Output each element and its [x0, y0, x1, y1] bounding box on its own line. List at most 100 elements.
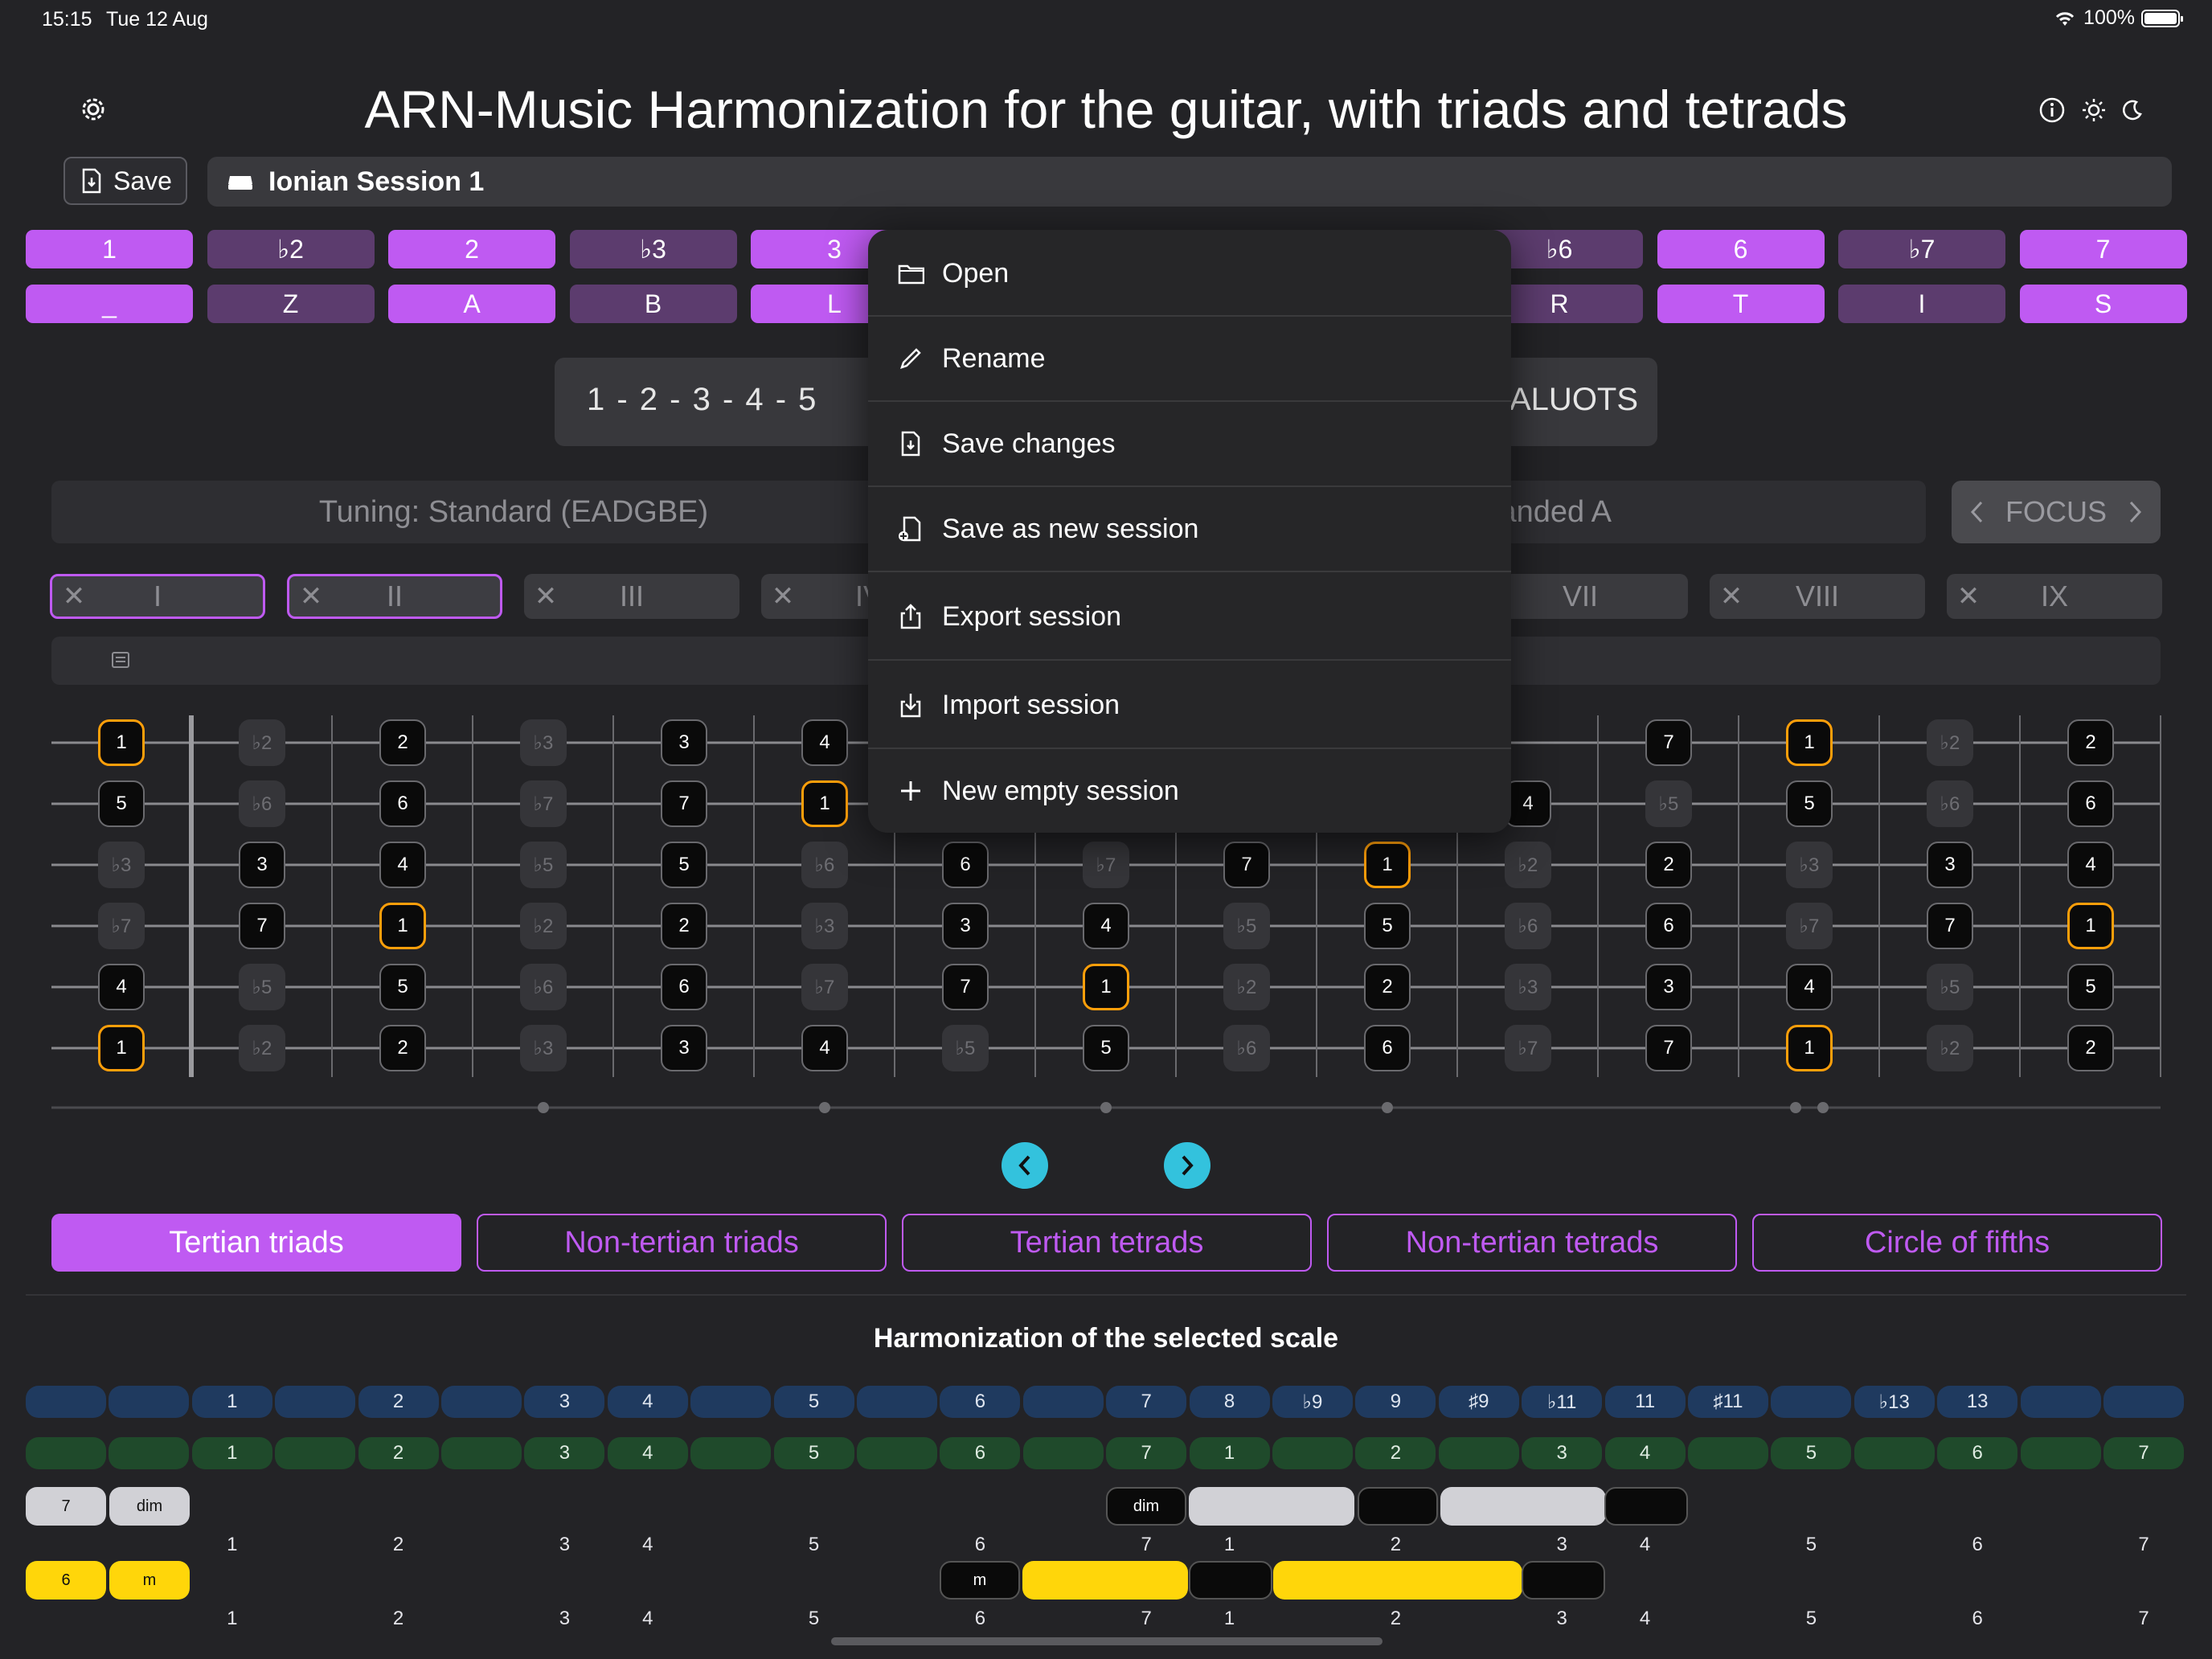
root-note[interactable]: 1	[98, 719, 145, 766]
menu-item-save-as-new-session[interactable]: Save as new session	[868, 487, 1511, 571]
focus-control[interactable]: FOCUS	[1952, 481, 2161, 543]
chord-block[interactable]	[1604, 1487, 1688, 1526]
chord-degree-badge[interactable]: 7	[26, 1487, 106, 1526]
chromatic-note[interactable]: ♭6	[520, 964, 567, 1010]
degree-chip-top[interactable]: 1	[26, 230, 193, 268]
chromatic-note[interactable]: ♭7	[1083, 842, 1129, 888]
degree-chip-bottom[interactable]: B	[569, 285, 737, 323]
chord-block[interactable]	[1522, 1561, 1605, 1600]
scale-note[interactable]: 4	[98, 964, 145, 1010]
scale-note[interactable]: 7	[1927, 903, 1973, 949]
chromatic-note[interactable]: ♭6	[1927, 780, 1973, 827]
degree-chip-top[interactable]: ♭3	[569, 230, 737, 268]
menu-item-new-empty-session[interactable]: New empty session	[868, 749, 1511, 833]
chord-tag[interactable]: dim	[1106, 1487, 1186, 1526]
chromatic-note[interactable]: ♭3	[520, 1025, 567, 1071]
scale-note[interactable]: 6	[2067, 780, 2114, 827]
chromatic-note[interactable]: ♭2	[1927, 1025, 1973, 1071]
degree-chip-top[interactable]: ♭7	[1838, 230, 2005, 268]
scale-note[interactable]: 7	[661, 780, 707, 827]
scale-note[interactable]: 2	[379, 719, 426, 766]
scale-note[interactable]: 5	[661, 842, 707, 888]
notes-icon[interactable]	[111, 651, 130, 669]
home-indicator[interactable]	[831, 1637, 1382, 1645]
chord-quality-badge[interactable]: m	[109, 1561, 190, 1600]
tab-circle-of-fifths[interactable]: Circle of fifths	[1752, 1214, 2162, 1272]
chord-tag[interactable]: m	[940, 1561, 1020, 1600]
scale-note[interactable]: 7	[239, 903, 285, 949]
scale-note[interactable]: 7	[1645, 1025, 1692, 1071]
menu-item-open[interactable]: Open	[868, 231, 1511, 315]
chord-block[interactable]	[1189, 1561, 1272, 1600]
sun-icon[interactable]	[2082, 98, 2106, 122]
scale-note[interactable]: 5	[98, 780, 145, 827]
chromatic-note[interactable]: ♭2	[239, 719, 285, 766]
info-icon[interactable]	[2038, 96, 2066, 124]
chromatic-note[interactable]: ♭3	[1786, 842, 1833, 888]
scale-note[interactable]: 3	[661, 719, 707, 766]
scale-note[interactable]: 7	[1223, 842, 1270, 888]
position-I[interactable]: ✕ I	[50, 574, 265, 619]
scale-note[interactable]: 5	[1364, 903, 1411, 949]
degree-chip-bottom[interactable]: _	[26, 285, 193, 323]
scale-note[interactable]: 4	[801, 719, 848, 766]
tab-non-tertian-triads[interactable]: Non-tertian triads	[477, 1214, 887, 1272]
scale-note[interactable]: 3	[942, 903, 989, 949]
chromatic-note[interactable]: ♭5	[942, 1025, 989, 1071]
scale-note[interactable]: 4	[1786, 964, 1833, 1010]
chord-block[interactable]	[1440, 1487, 1606, 1526]
degree-chip-top[interactable]: 7	[2019, 230, 2187, 268]
chromatic-note[interactable]: ♭2	[1927, 719, 1973, 766]
scale-note[interactable]: 6	[379, 780, 426, 827]
chord-quality-badge[interactable]: dim	[109, 1487, 190, 1526]
session-selector[interactable]: Ionian Session 1	[207, 157, 2172, 207]
menu-item-import-session[interactable]: Import session	[868, 662, 1511, 748]
scale-note[interactable]: 7	[942, 964, 989, 1010]
position-II[interactable]: ✕ II	[287, 574, 502, 619]
chromatic-note[interactable]: ♭5	[1223, 903, 1270, 949]
degree-chip-bottom[interactable]: I	[1838, 285, 2005, 323]
degree-chip-top[interactable]: 2	[388, 230, 555, 268]
scale-note[interactable]: 4	[379, 842, 426, 888]
chord-block[interactable]	[1022, 1561, 1188, 1600]
chord-block[interactable]	[1273, 1561, 1522, 1600]
scale-note[interactable]: 5	[1083, 1025, 1129, 1071]
scale-note[interactable]: 5	[1786, 780, 1833, 827]
scale-note[interactable]: 3	[661, 1025, 707, 1071]
degree-chip-top[interactable]: ♭2	[207, 230, 375, 268]
scale-note[interactable]: 2	[2067, 1025, 2114, 1071]
position-III[interactable]: ✕ III	[524, 574, 739, 619]
scale-note[interactable]: 4	[2067, 842, 2114, 888]
next-position-button[interactable]	[1164, 1142, 1210, 1189]
scale-note[interactable]: 6	[1364, 1025, 1411, 1071]
degree-chip-bottom[interactable]: S	[2019, 285, 2187, 323]
close-icon[interactable]: ✕	[52, 580, 96, 612]
close-icon[interactable]: ✕	[1947, 580, 1990, 612]
root-note[interactable]: 1	[1786, 1025, 1833, 1071]
tab-tertian-tetrads[interactable]: Tertian tetrads	[902, 1214, 1312, 1272]
chromatic-note[interactable]: ♭2	[1505, 842, 1551, 888]
tab-non-tertian-tetrads[interactable]: Non-tertian tetrads	[1327, 1214, 1737, 1272]
scale-note[interactable]: 2	[1645, 842, 1692, 888]
degree-chip-bottom[interactable]: A	[388, 285, 555, 323]
degree-chip-bottom[interactable]: T	[1657, 285, 1825, 323]
scale-note[interactable]: 2	[379, 1025, 426, 1071]
chromatic-note[interactable]: ♭7	[801, 964, 848, 1010]
position-IX[interactable]: ✕ IX	[1947, 574, 2162, 619]
chromatic-note[interactable]: ♭2	[520, 903, 567, 949]
scale-note[interactable]: 7	[1645, 719, 1692, 766]
chromatic-note[interactable]: ♭5	[1645, 780, 1692, 827]
scale-note[interactable]: 2	[1364, 964, 1411, 1010]
scale-note[interactable]: 5	[2067, 964, 2114, 1010]
chromatic-note[interactable]: ♭6	[1223, 1025, 1270, 1071]
root-note[interactable]: 1	[1786, 719, 1833, 766]
position-VIII[interactable]: ✕ VIII	[1710, 574, 1925, 619]
chord-block[interactable]	[1358, 1487, 1438, 1526]
scale-note[interactable]: 6	[942, 842, 989, 888]
chromatic-note[interactable]: ♭7	[520, 780, 567, 827]
scale-note[interactable]: 6	[1645, 903, 1692, 949]
chromatic-note[interactable]: ♭2	[1223, 964, 1270, 1010]
close-icon[interactable]: ✕	[289, 580, 333, 612]
chromatic-note[interactable]: ♭3	[98, 842, 145, 888]
scale-note[interactable]: 4	[801, 1025, 848, 1071]
